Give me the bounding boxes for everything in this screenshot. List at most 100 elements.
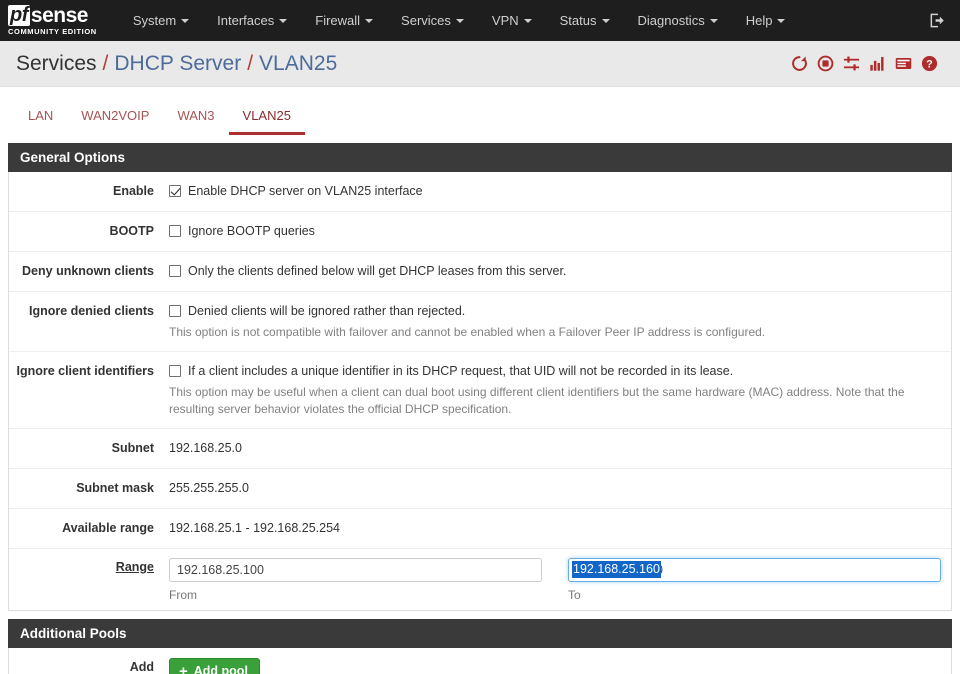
nav-menu: System Interfaces Firewall Services VPN … [119, 0, 800, 41]
page-header: Services / DHCP Server / VLAN25 [0, 41, 960, 87]
nav-item-vpn[interactable]: VPN [478, 0, 546, 41]
label-subnet-mask: Subnet mask [9, 479, 169, 498]
tab-label: WAN3 [177, 108, 214, 123]
deny-unknown-clients-checkbox[interactable] [169, 265, 181, 277]
header-icon-group: ? [791, 55, 938, 72]
pfsense-logo[interactable]: pfsense COMMUNITY EDITION [8, 5, 97, 36]
breadcrumb-separator: / [103, 52, 109, 76]
ignore-denied-clients-checkbox[interactable] [169, 305, 181, 317]
row-available-range: Available range 192.168.25.1 - 192.168.2… [9, 509, 951, 549]
brand-sense-text: sense [31, 5, 88, 26]
enable-dhcp-checkbox[interactable] [169, 185, 181, 197]
ignore-client-ids-checkbox-line[interactable]: If a client includes a unique identifier… [169, 362, 941, 380]
range-from-input[interactable] [169, 558, 542, 582]
chevron-down-icon [456, 19, 464, 23]
add-pool-button-label: Add pool [194, 664, 248, 674]
nav-label: Diagnostics [638, 13, 705, 28]
tab-wan2voip[interactable]: WAN2VOIP [67, 102, 163, 135]
control-subnet-mask: 255.255.255.0 [169, 479, 951, 498]
enable-checkbox-label: Enable DHCP server on VLAN25 interface [188, 182, 423, 200]
chevron-down-icon [279, 19, 287, 23]
row-ignore-denied-clients: Ignore denied clients Denied clients wil… [9, 292, 951, 352]
control-available-range: 192.168.25.1 - 192.168.25.254 [169, 519, 951, 538]
ignore-client-identifiers-checkbox[interactable] [169, 365, 181, 377]
bootp-checkbox-line[interactable]: Ignore BOOTP queries [169, 222, 941, 240]
label-subnet: Subnet [9, 439, 169, 458]
additional-pools-body: Add + Add pool If additional pools of ad… [8, 648, 952, 674]
available-range-value: 192.168.25.1 - 192.168.25.254 [169, 519, 941, 538]
interface-tab-bar: LAN WAN2VOIP WAN3 VLAN25 [0, 87, 960, 135]
nav-item-services[interactable]: Services [387, 0, 478, 41]
log-icon[interactable] [895, 55, 912, 72]
label-available-range: Available range [9, 519, 169, 538]
tab-wan3[interactable]: WAN3 [163, 102, 228, 135]
nav-item-status[interactable]: Status [546, 0, 624, 41]
subnet-value: 192.168.25.0 [169, 439, 941, 458]
tab-vlan25[interactable]: VLAN25 [229, 102, 305, 135]
logout-icon[interactable] [929, 12, 946, 29]
bar-chart-icon[interactable] [869, 55, 886, 72]
help-icon[interactable]: ? [921, 55, 938, 72]
row-bootp: BOOTP Ignore BOOTP queries [9, 212, 951, 252]
ignore-client-ids-help-text: This option may be useful when a client … [169, 384, 941, 418]
control-ignore-client-identifiers: If a client includes a unique identifier… [169, 362, 951, 418]
sliders-icon[interactable] [843, 55, 860, 72]
ignore-denied-help-text: This option is not compatible with failo… [169, 324, 941, 341]
nav-label: Services [401, 13, 451, 28]
row-enable: Enable Enable DHCP server on VLAN25 inte… [9, 172, 951, 212]
tab-lan[interactable]: LAN [14, 102, 67, 135]
tab-label: WAN2VOIP [81, 108, 149, 123]
control-bootp: Ignore BOOTP queries [169, 222, 951, 240]
row-ignore-client-identifiers: Ignore client identifiers If a client in… [9, 352, 951, 429]
deny-unknown-checkbox-line[interactable]: Only the clients defined below will get … [169, 262, 941, 280]
label-deny-unknown-clients: Deny unknown clients [9, 262, 169, 281]
ignore-bootp-checkbox[interactable] [169, 225, 181, 237]
range-to-input[interactable] [568, 558, 941, 582]
breadcrumb-services: Services [16, 52, 97, 76]
nav-label: Interfaces [217, 13, 274, 28]
enable-checkbox-line[interactable]: Enable DHCP server on VLAN25 interface [169, 182, 941, 200]
ignore-denied-checkbox-label: Denied clients will be ignored rather th… [188, 302, 465, 320]
stop-service-icon[interactable] [817, 55, 834, 72]
row-add-pool: Add + Add pool If additional pools of ad… [9, 648, 951, 674]
nav-item-firewall[interactable]: Firewall [301, 0, 387, 41]
control-enable: Enable DHCP server on VLAN25 interface [169, 182, 951, 200]
nav-label: Status [560, 13, 597, 28]
restart-service-icon[interactable] [791, 55, 808, 72]
chevron-down-icon [524, 19, 532, 23]
breadcrumb-separator: / [247, 52, 253, 76]
nav-item-diagnostics[interactable]: Diagnostics [624, 0, 732, 41]
chevron-down-icon [181, 19, 189, 23]
label-enable: Enable [9, 182, 169, 201]
label-add: Add [9, 658, 169, 674]
nav-label: VPN [492, 13, 519, 28]
general-options-panel: General Options Enable Enable DHCP serve… [8, 143, 952, 611]
range-from-sublabel: From [169, 588, 542, 602]
tab-label: VLAN25 [243, 108, 291, 123]
svg-text:?: ? [926, 58, 933, 70]
deny-unknown-checkbox-label: Only the clients defined below will get … [188, 262, 566, 280]
breadcrumb-vlan25[interactable]: VLAN25 [259, 52, 337, 76]
bootp-checkbox-label: Ignore BOOTP queries [188, 222, 315, 240]
nav-item-interfaces[interactable]: Interfaces [203, 0, 301, 41]
label-ignore-client-identifiers: Ignore client identifiers [9, 362, 169, 381]
nav-label: System [133, 13, 176, 28]
ignore-denied-checkbox-line[interactable]: Denied clients will be ignored rather th… [169, 302, 941, 320]
breadcrumb-dhcp-server[interactable]: DHCP Server [114, 52, 241, 76]
tab-label: LAN [28, 108, 53, 123]
brand-wordmark: pfsense [8, 5, 97, 26]
additional-pools-panel: Additional Pools Add + Add pool If addit… [8, 619, 952, 674]
nav-item-help[interactable]: Help [732, 0, 800, 41]
range-from-field: From [169, 558, 542, 602]
row-range: Range From 192.168.25.160 To [9, 549, 951, 610]
label-ignore-denied-clients: Ignore denied clients [9, 302, 169, 321]
label-range[interactable]: Range [9, 558, 169, 577]
chevron-down-icon [710, 19, 718, 23]
top-navbar: pfsense COMMUNITY EDITION System Interfa… [0, 0, 960, 41]
add-pool-button[interactable]: + Add pool [169, 658, 260, 674]
nav-item-system[interactable]: System [119, 0, 203, 41]
range-fields: From 192.168.25.160 To [169, 558, 951, 602]
general-options-title: General Options [8, 143, 952, 172]
brand-pf-text: pf [8, 5, 30, 26]
chevron-down-icon [365, 19, 373, 23]
